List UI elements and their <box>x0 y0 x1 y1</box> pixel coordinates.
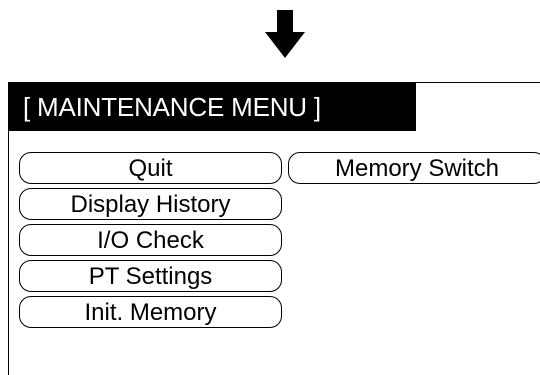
menu-title: [ MAINTENANCE MENU ] <box>9 83 416 131</box>
quit-button[interactable]: Quit <box>19 152 282 184</box>
init-memory-button[interactable]: Init. Memory <box>19 296 282 328</box>
pt-settings-button[interactable]: PT Settings <box>19 260 282 292</box>
down-arrow-icon <box>265 10 305 58</box>
io-check-button[interactable]: I/O Check <box>19 224 282 256</box>
maintenance-menu-screen: [ MAINTENANCE MENU ] Quit Memory Switch … <box>8 82 540 375</box>
display-history-button[interactable]: Display History <box>19 188 282 220</box>
memory-switch-button[interactable]: Memory Switch <box>288 152 540 184</box>
